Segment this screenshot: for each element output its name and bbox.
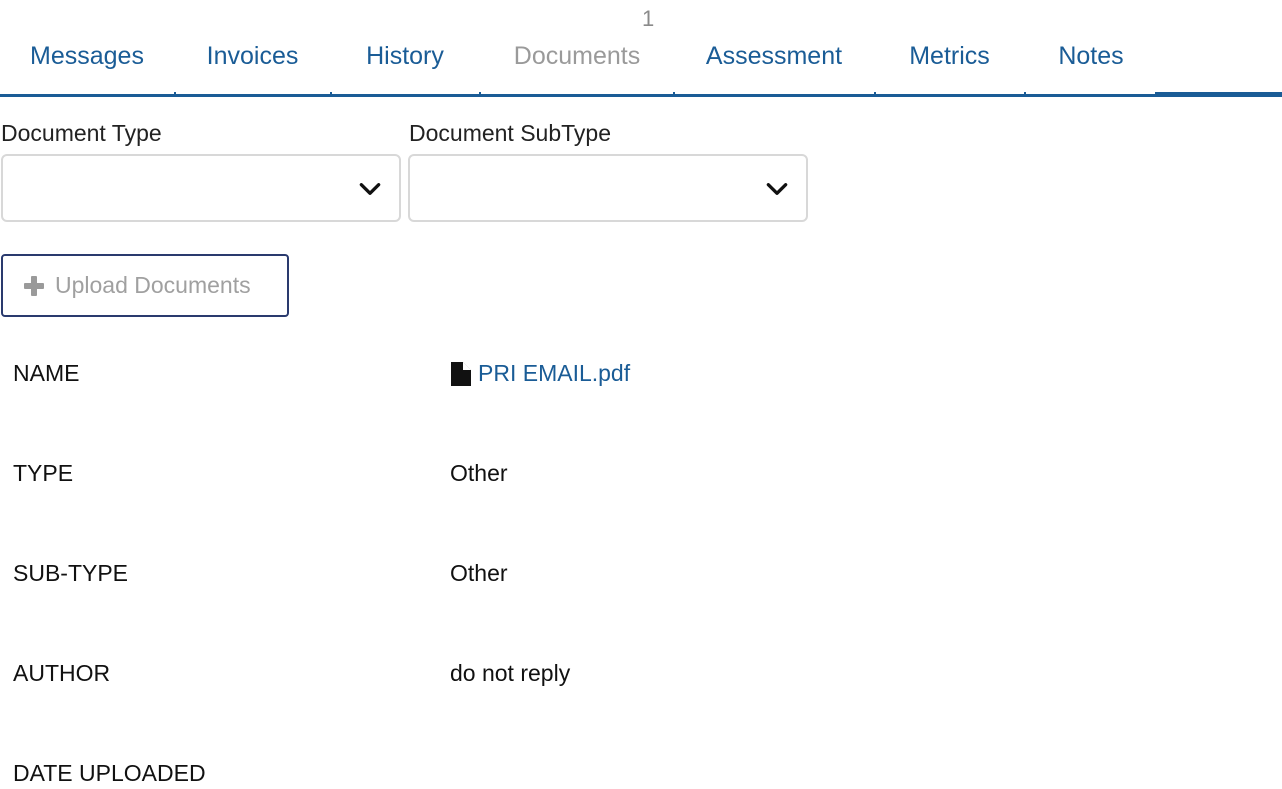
document-type-label: Document Type	[1, 120, 162, 146]
document-subtype-label: Document SubType	[409, 120, 612, 146]
type-value: Other	[450, 460, 508, 486]
tab-separator	[174, 92, 176, 97]
tab-separator	[874, 92, 876, 97]
tab-documents: Documents	[510, 40, 644, 95]
document-subtype-select[interactable]	[408, 154, 808, 222]
author-value: do not reply	[450, 660, 571, 686]
tab-separator	[673, 92, 675, 97]
chevron-down-icon	[766, 183, 788, 195]
tab-metrics[interactable]: Metrics	[905, 40, 994, 95]
author-label: AUTHOR	[13, 660, 111, 686]
tab-invoices-label: Invoices	[206, 42, 299, 70]
tab-metrics-label: Metrics	[909, 42, 990, 70]
tab-history-label: History	[366, 42, 444, 70]
tab-active-indicator	[1155, 92, 1282, 97]
tab-invoices[interactable]: Invoices	[204, 40, 301, 95]
page-count: 1	[642, 6, 655, 31]
tab-bar-underline	[0, 94, 1282, 97]
tab-separator	[330, 92, 332, 97]
tab-messages-label: Messages	[30, 42, 144, 70]
tab-separator	[479, 92, 481, 97]
file-icon	[451, 361, 471, 386]
documents-page: 1 Messages Invoices History Documents As…	[0, 0, 1282, 789]
document-type-select[interactable]	[1, 154, 401, 222]
upload-documents-label: Upload Documents	[55, 272, 251, 298]
name-value: PRI EMAIL.pdf	[450, 360, 630, 393]
tab-notes-label: Notes	[1058, 42, 1124, 70]
tab-history[interactable]: History	[362, 40, 448, 95]
tab-bar: Messages Invoices History Documents Asse…	[0, 40, 1282, 98]
tab-messages[interactable]: Messages	[30, 40, 144, 95]
document-file-name: PRI EMAIL.pdf	[478, 360, 631, 386]
tab-assessment[interactable]: Assessment	[705, 40, 843, 95]
subtype-label: SUB-TYPE	[13, 560, 129, 586]
type-label: TYPE	[13, 460, 74, 486]
tab-documents-label: Documents	[513, 42, 641, 70]
upload-documents-button[interactable]: Upload Documents	[1, 254, 289, 317]
tab-separator	[1024, 92, 1026, 97]
date-uploaded-label: DATE UPLOADED	[13, 760, 206, 786]
chevron-down-icon	[359, 183, 381, 195]
document-file-link[interactable]: PRI EMAIL.pdf	[450, 360, 630, 387]
name-label: NAME	[13, 360, 80, 386]
tab-notes[interactable]: Notes	[1056, 40, 1126, 95]
plus-icon	[24, 275, 44, 296]
subtype-value: Other	[450, 560, 508, 586]
tab-assessment-label: Assessment	[705, 42, 843, 70]
